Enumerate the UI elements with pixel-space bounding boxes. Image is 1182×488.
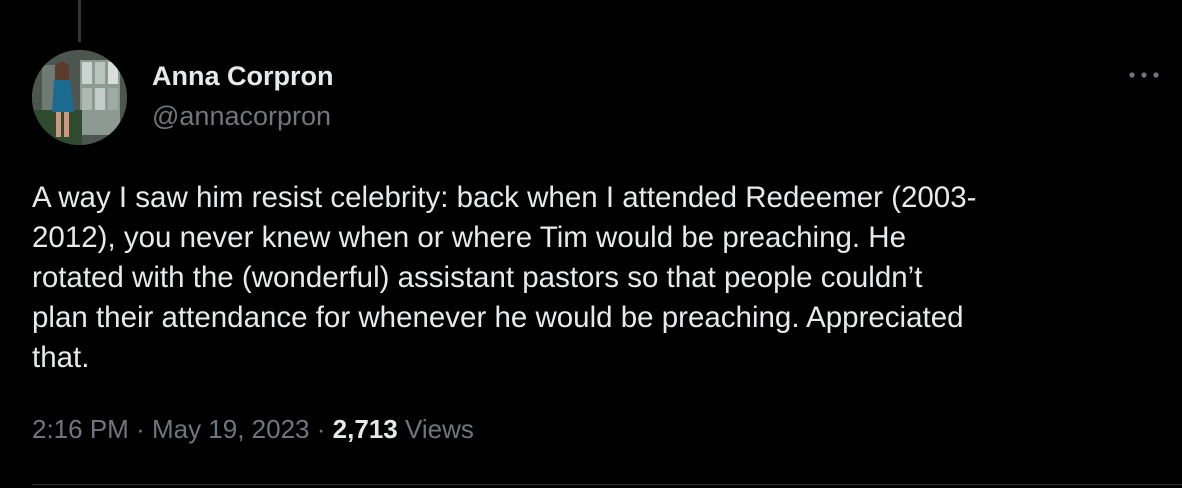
more-options-button[interactable] [1124,60,1164,90]
tweet-date[interactable]: May 19, 2023 [152,414,310,444]
author-handle[interactable]: @annacorpron [152,101,331,132]
tweet-meta: 2:16 PM · May 19, 2023 · 2,713 Views [32,414,474,445]
tweet-time[interactable]: 2:16 PM [32,414,129,444]
tweet-text: A way I saw him resist celebrity: back w… [32,181,977,374]
divider [32,484,1182,485]
meta-separator: · [136,414,145,444]
views-count[interactable]: 2,713 [333,414,398,444]
views-label: Views [404,414,474,444]
ellipsis-icon [1129,72,1159,78]
profile-photo-icon [32,50,127,145]
thread-connector-line [78,0,81,42]
author-name[interactable]: Anna Corpron [152,61,334,92]
meta-separator: · [316,414,326,444]
avatar[interactable] [32,50,127,145]
